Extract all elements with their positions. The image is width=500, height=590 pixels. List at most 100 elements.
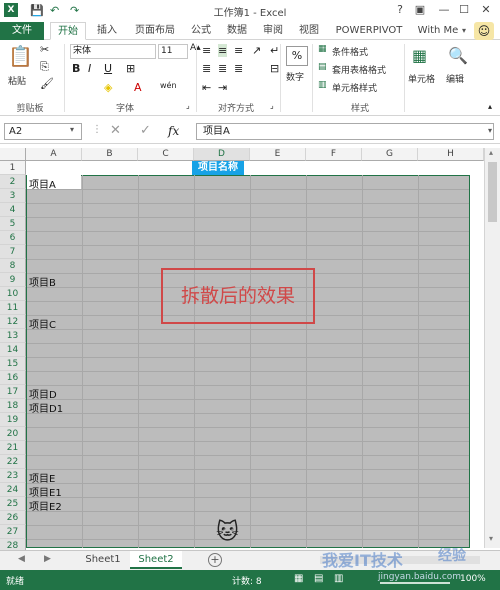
row-header[interactable]: 27	[0, 525, 26, 539]
insert-function-icon[interactable]: fx	[168, 124, 179, 138]
increase-indent-icon[interactable]: ⇥	[218, 81, 227, 94]
cut-icon[interactable]: ✂	[40, 43, 49, 56]
tab-data[interactable]: 数据	[224, 22, 250, 40]
row-header[interactable]: 15	[0, 357, 26, 371]
column-header[interactable]: F	[306, 148, 362, 161]
maximize-button[interactable]: ☐	[456, 3, 472, 16]
cell-a12[interactable]: 项目C	[29, 316, 56, 331]
table-format-button[interactable]: 套用表格格式	[332, 63, 386, 76]
enter-icon[interactable]: ✓	[140, 123, 151, 138]
fill-color-icon[interactable]: ◈	[104, 81, 112, 94]
row-header[interactable]: 14	[0, 343, 26, 357]
borders-icon[interactable]: ⊞	[126, 62, 135, 75]
column-header[interactable]: G	[362, 148, 418, 161]
scroll-thumb[interactable]	[488, 162, 497, 222]
normal-view-icon[interactable]: ▦	[294, 573, 303, 584]
tab-view[interactable]: 视图	[296, 22, 322, 40]
worksheet[interactable]: ABCDEFGH 1 2 3 4 5 6 7 8 9 10 11 12 13 14 15 16 17 18 19 20…	[0, 148, 500, 553]
editing-button[interactable]: 编辑	[446, 72, 464, 85]
row-header[interactable]: 26	[0, 511, 26, 525]
vertical-scrollbar[interactable]: ▴ ▾	[484, 148, 500, 548]
align-right-icon[interactable]: ≣	[234, 62, 243, 75]
align-bottom-icon[interactable]: ≡	[234, 44, 243, 57]
row-header[interactable]: 17	[0, 385, 26, 399]
column-header[interactable]: A	[26, 148, 82, 161]
alignment-dialog-icon[interactable]: ⌟	[270, 101, 274, 110]
tab-home[interactable]: 开始	[50, 22, 86, 40]
underline-icon[interactable]: U	[104, 62, 112, 75]
cells-icon[interactable]: ▦	[412, 46, 427, 65]
row-header[interactable]: 8	[0, 259, 26, 273]
row-header[interactable]: 20	[0, 427, 26, 441]
sheet-tab-2[interactable]: Sheet2	[130, 551, 182, 569]
sheet-tab-1[interactable]: Sheet1	[80, 551, 126, 569]
row-header[interactable]: 2	[0, 175, 26, 189]
font-size-select[interactable]: 11	[158, 44, 188, 59]
scroll-up-icon[interactable]: ▴	[489, 148, 493, 157]
orientation-icon[interactable]: ↗	[252, 44, 261, 57]
select-all-corner[interactable]	[0, 148, 26, 161]
page-break-view-icon[interactable]: ▥	[334, 573, 343, 584]
formula-input[interactable]: 项目A	[196, 123, 494, 140]
align-top-icon[interactable]: ≡	[202, 44, 211, 57]
zoom-level[interactable]: 100%	[460, 574, 486, 584]
row-header[interactable]: 25	[0, 497, 26, 511]
phonetic-icon[interactable]: wén	[160, 81, 177, 90]
cell-a18[interactable]: 项目D1	[29, 400, 63, 415]
column-header[interactable]: H	[418, 148, 484, 161]
zoom-slider[interactable]	[380, 582, 450, 584]
row-header[interactable]: 7	[0, 245, 26, 259]
tab-user[interactable]: With Me	[414, 22, 462, 40]
add-sheet-button[interactable]: +	[208, 553, 222, 567]
row-header[interactable]: 5	[0, 217, 26, 231]
row-header[interactable]: 18	[0, 399, 26, 413]
merge-center-icon[interactable]: ⊟	[270, 62, 279, 75]
align-center-icon[interactable]: ≣	[218, 62, 227, 75]
avatar[interactable]: ☺	[474, 22, 494, 40]
row-header[interactable]: 10	[0, 287, 26, 301]
row-header[interactable]: 13	[0, 329, 26, 343]
user-dropdown-icon[interactable]: ▾	[462, 26, 466, 35]
row-header[interactable]: 11	[0, 301, 26, 315]
font-color-icon[interactable]: A	[134, 81, 142, 94]
scroll-down-icon[interactable]: ▾	[489, 534, 493, 543]
column-header[interactable]: C	[138, 148, 194, 161]
row-header[interactable]: 22	[0, 455, 26, 469]
tab-insert[interactable]: 插入	[92, 22, 122, 40]
column-header[interactable]: B	[82, 148, 138, 161]
next-sheet-icon[interactable]: ▶	[44, 554, 51, 564]
editing-icon[interactable]: 🔍	[448, 46, 468, 65]
column-header[interactable]: D	[194, 148, 250, 161]
tab-file[interactable]: 文件	[0, 22, 44, 40]
help-button[interactable]: ?	[392, 3, 408, 16]
row-header[interactable]: 1	[0, 161, 26, 175]
row-header[interactable]: 24	[0, 483, 26, 497]
tab-review[interactable]: 审阅	[260, 22, 286, 40]
collapse-ribbon-icon[interactable]: ▴	[488, 102, 492, 111]
row-header[interactable]: 3	[0, 189, 26, 203]
paste-button[interactable]: 粘贴	[8, 74, 26, 87]
row-header[interactable]: 6	[0, 231, 26, 245]
paste-icon[interactable]: 📋	[8, 44, 33, 72]
font-name-select[interactable]: 宋体	[70, 44, 156, 59]
cell-a17[interactable]: 项目D	[29, 386, 57, 401]
column-header[interactable]: E	[250, 148, 306, 161]
number-button[interactable]: 数字	[286, 70, 304, 83]
align-middle-icon[interactable]: ≡	[218, 44, 228, 57]
close-button[interactable]: ✕	[478, 3, 494, 16]
cell-a24[interactable]: 项目E1	[29, 484, 62, 499]
decrease-indent-icon[interactable]: ⇤	[202, 81, 211, 94]
number-format-icon[interactable]: %	[286, 46, 308, 66]
expand-formula-icon[interactable]: ▾	[488, 126, 492, 135]
wrap-text-icon[interactable]: ↵	[270, 44, 279, 57]
row-header[interactable]: 12	[0, 315, 26, 329]
page-layout-view-icon[interactable]: ▤	[314, 573, 323, 584]
tab-powerpivot[interactable]: POWERPIVOT	[332, 22, 406, 40]
prev-sheet-icon[interactable]: ◀	[18, 554, 25, 564]
cells-button[interactable]: 单元格	[408, 72, 435, 85]
name-box-dropdown-icon[interactable]: ▾	[70, 125, 74, 134]
conditional-format-icon[interactable]: ▦	[318, 44, 327, 54]
row-header[interactable]: 21	[0, 441, 26, 455]
row-header[interactable]: 16	[0, 371, 26, 385]
table-format-icon[interactable]: ▤	[318, 62, 327, 72]
